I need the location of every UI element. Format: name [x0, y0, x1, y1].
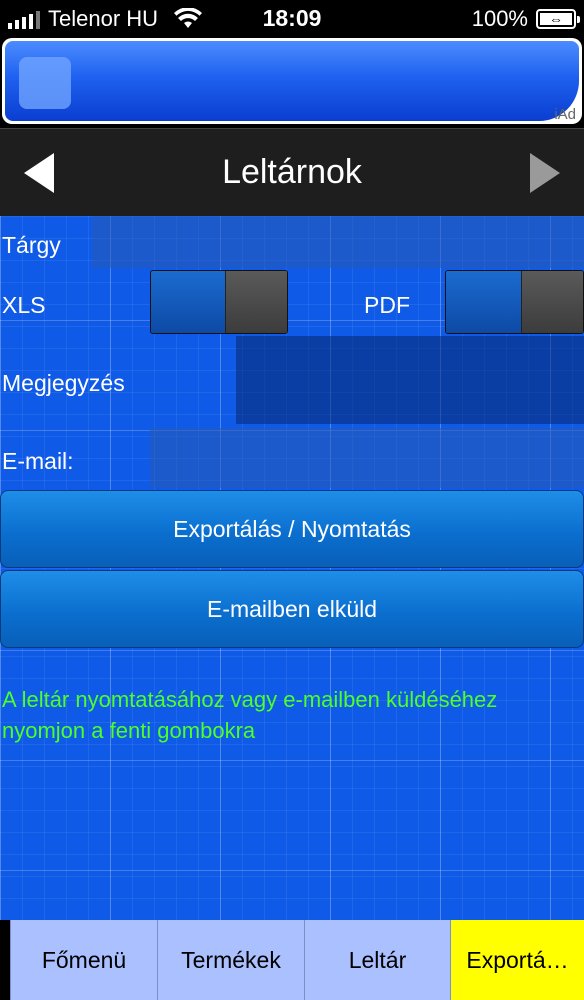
nav-bar: Leltárnok: [0, 128, 584, 216]
subject-input[interactable]: [92, 216, 584, 268]
note-input[interactable]: [236, 336, 584, 424]
iad-label: iAd: [554, 106, 576, 123]
pdf-label: PDF: [364, 292, 410, 318]
tab-bar: Főmenü Termékek Leltár Exportá…: [0, 920, 584, 1000]
send-email-button[interactable]: E-mailben elküld: [0, 570, 584, 648]
xls-label: XLS: [2, 292, 46, 318]
xls-toggle[interactable]: [150, 270, 288, 334]
charging-plug-icon: ⇔: [549, 11, 563, 27]
email-input[interactable]: [150, 428, 584, 488]
email-label: E-mail:: [2, 448, 74, 474]
tab-inventory[interactable]: Leltár: [304, 920, 450, 1000]
hint-text: A leltár nyomtatásához vagy e-mailben kü…: [2, 687, 498, 743]
export-form: Tárgy XLS PDF Megjegyzés E-mail: Exportá…: [0, 216, 584, 920]
pdf-toggle[interactable]: [445, 270, 584, 334]
ad-banner[interactable]: iAd: [2, 38, 582, 124]
note-label: Megjegyzés: [2, 370, 125, 396]
status-right: 100% ⇔: [471, 6, 580, 32]
ad-content: [5, 41, 579, 121]
next-arrow-icon[interactable]: [530, 153, 560, 193]
tab-products[interactable]: Termékek: [157, 920, 304, 1000]
status-bar: Telenor HU 18:09 100% ⇔: [0, 0, 584, 36]
page-title: Leltárnok: [222, 153, 362, 191]
battery-icon: ⇔: [536, 9, 580, 29]
battery-percent: 100%: [471, 6, 528, 31]
tab-main-menu[interactable]: Főmenü: [10, 920, 157, 1000]
export-print-button[interactable]: Exportálás / Nyomtatás: [0, 490, 584, 568]
ad-icon: [19, 57, 71, 109]
tab-export[interactable]: Exportá…: [450, 920, 584, 1000]
subject-label: Tárgy: [2, 232, 61, 258]
